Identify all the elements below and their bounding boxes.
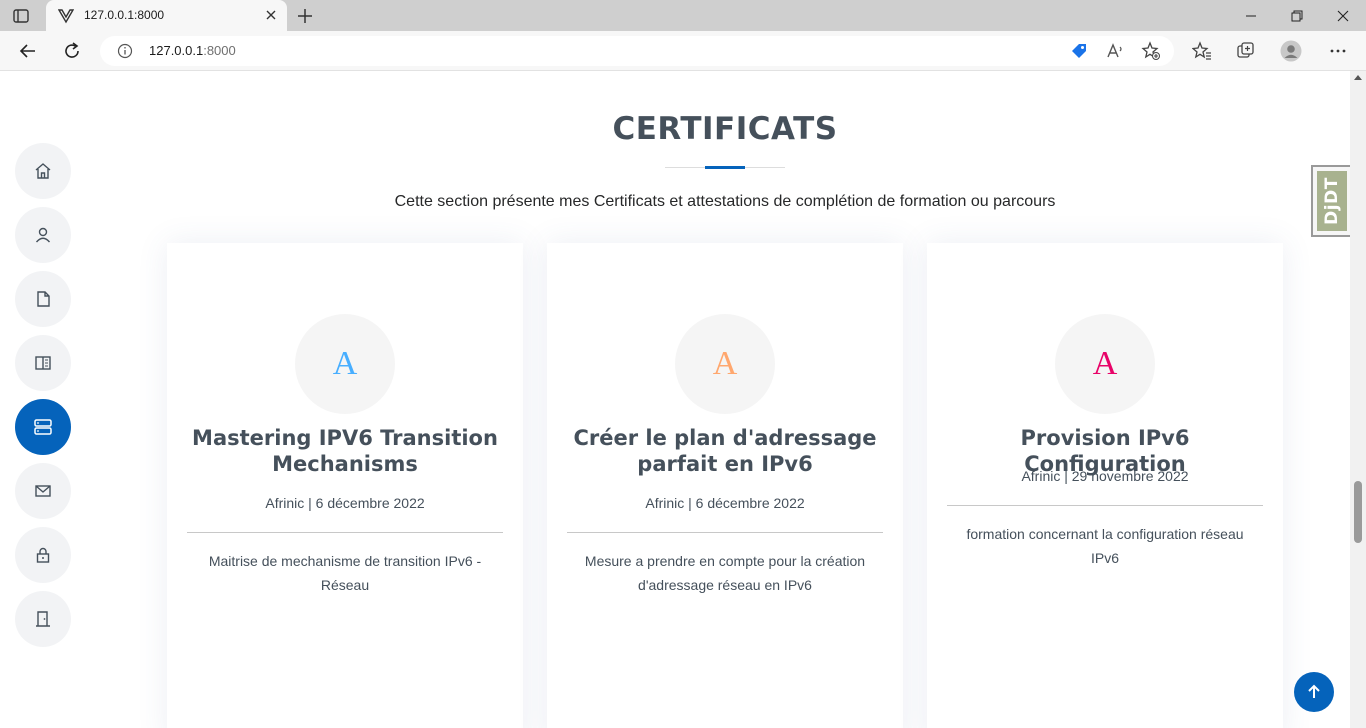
profile-avatar-icon[interactable] [1280, 40, 1302, 62]
certificate-description: Maitrise de mechanisme de transition IPv… [208, 553, 482, 593]
address-bar[interactable]: 127.0.0.1:8000 [100, 36, 1174, 66]
certificate-card: A Provision IPv6 Configuration Afrinic |… [927, 243, 1283, 728]
person-icon [35, 227, 51, 243]
close-icon[interactable] [263, 7, 279, 23]
certificate-letter-icon: A [1055, 314, 1155, 414]
nav-certificats[interactable] [15, 399, 71, 455]
shopping-tag-icon[interactable] [1068, 40, 1090, 62]
lock-icon [36, 547, 50, 563]
nav-resume[interactable] [15, 271, 71, 327]
envelope-icon [35, 485, 51, 497]
django-debug-toolbar-handle[interactable]: DjDT [1311, 165, 1350, 237]
tab-actions-icon[interactable] [12, 7, 30, 25]
nav-home[interactable] [15, 143, 71, 199]
certificate-card: A Créer le plan d'adressage parfait en I… [547, 243, 903, 728]
back-to-top-button[interactable] [1294, 672, 1334, 712]
tab-title: 127.0.0.1:8000 [84, 8, 165, 22]
section-description: Cette section présente mes Certificats e… [394, 193, 1056, 210]
nav-portfolio[interactable] [15, 335, 71, 391]
favorites-icon[interactable] [1191, 40, 1213, 62]
browser-tab-bar: 127.0.0.1:8000 [0, 0, 1366, 31]
certificate-card: A Mastering IPV6 Transition Mechanisms A… [167, 243, 523, 728]
nav-about[interactable] [15, 207, 71, 263]
scroll-thumb[interactable] [1354, 481, 1362, 543]
card-divider [947, 505, 1263, 506]
nav-contact[interactable] [15, 463, 71, 519]
minimize-icon[interactable] [1228, 0, 1274, 31]
book-icon [35, 356, 51, 370]
info-icon[interactable] [117, 43, 133, 59]
djdt-label: DjDT [1322, 177, 1342, 225]
title-accent-bar [705, 166, 745, 169]
scroll-up-arrow-icon[interactable] [1354, 75, 1362, 80]
browser-toolbar: 127.0.0.1:8000 [0, 31, 1366, 71]
nav-login[interactable] [15, 527, 71, 583]
card-divider [567, 532, 883, 533]
certificate-meta: Afrinic | 29 novembre 2022 [1021, 468, 1189, 484]
door-icon [36, 611, 50, 627]
certificate-description: formation concernant la configuration ré… [966, 526, 1244, 566]
arrow-up-icon [1308, 684, 1320, 698]
more-menu-icon[interactable] [1327, 40, 1349, 62]
certificate-description: Mesure a prendre en compte pour la créat… [584, 553, 866, 593]
server-icon [34, 419, 52, 435]
collections-icon[interactable] [1235, 40, 1257, 62]
read-aloud-icon[interactable] [1104, 40, 1126, 62]
browser-tab[interactable]: 127.0.0.1:8000 [46, 0, 287, 31]
back-arrow-icon[interactable] [17, 40, 39, 62]
nav-logout[interactable] [15, 591, 71, 647]
reload-icon[interactable] [61, 40, 83, 62]
side-nav [15, 143, 71, 655]
section-title: CERTIFICATS [612, 111, 838, 147]
page-viewport: CERTIFICATS Cette section présente mes C… [0, 71, 1350, 728]
new-tab-plus-icon[interactable] [295, 6, 315, 26]
certificate-letter-icon: A [675, 314, 775, 414]
file-icon [37, 291, 50, 307]
restore-icon[interactable] [1274, 0, 1320, 31]
page-scrollbar[interactable] [1350, 71, 1366, 728]
home-icon [35, 163, 51, 179]
url-text[interactable]: 127.0.0.1:8000 [149, 43, 236, 58]
certificate-letter-icon: A [295, 314, 395, 414]
card-divider [187, 532, 503, 533]
add-favorite-icon[interactable] [1140, 40, 1162, 62]
vue-favicon-icon [57, 8, 75, 24]
certificate-meta: Afrinic | 6 décembre 2022 [265, 495, 425, 511]
certificate-meta: Afrinic | 6 décembre 2022 [645, 495, 805, 511]
window-close-icon[interactable] [1320, 0, 1366, 31]
certificate-title[interactable]: Créer le plan d'adressage parfait en IPv… [567, 425, 883, 477]
certificate-title[interactable]: Mastering IPV6 Transition Mechanisms [187, 425, 503, 477]
